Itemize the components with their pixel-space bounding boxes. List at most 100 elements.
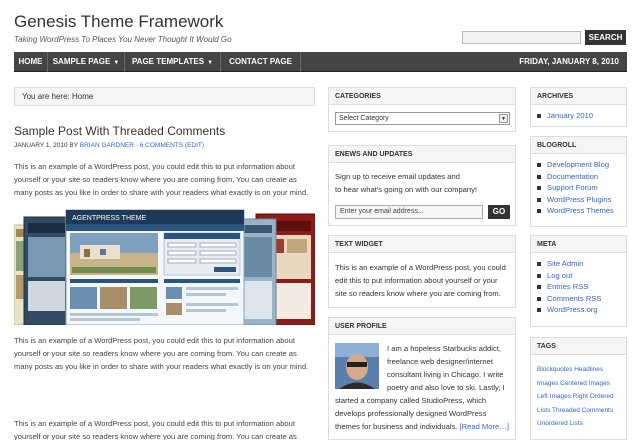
chevron-down-icon: ▼ (113, 60, 120, 66)
read-more-link[interactable]: [Read More…] (460, 422, 509, 431)
categories-title: CATEGORIES (329, 88, 515, 105)
archive-item[interactable]: January 2010 (537, 110, 593, 122)
tags-title: TAGS (531, 338, 626, 355)
archive-item-label: January 2010 (547, 111, 594, 120)
blogroll-item-label: Support Forum (547, 183, 598, 192)
post-date: JANUARY 1, 2010 BY (14, 142, 78, 149)
blogroll-item[interactable]: WordPress Themes (537, 205, 614, 217)
meta-item-label: WordPress.org (547, 305, 598, 314)
meta-item-label: Site Admin (547, 259, 584, 268)
tag-link[interactable]: Left Images Right Ordered (537, 390, 614, 404)
theme-screenshot: AGENTPRESS THEME (14, 209, 315, 325)
profile-last-line: themes for business and individuals. [Re… (335, 420, 509, 433)
site-tagline: Taking WordPress To Places You Never Tho… (14, 35, 232, 44)
nav-home[interactable]: HOME (14, 52, 48, 72)
category-select-value: Select Category (339, 115, 389, 122)
bullet-icon (537, 285, 541, 289)
bullet-icon (537, 296, 541, 301)
nav-date: FRIDAY, JANUARY 8, 2010 (519, 57, 619, 66)
meta-item[interactable]: WordPress.org (537, 304, 601, 316)
meta-item[interactable]: Comments RSS (537, 293, 601, 305)
bullet-icon (537, 273, 541, 278)
search-input[interactable] (462, 31, 581, 44)
blogroll-item[interactable]: Development Blog (537, 159, 614, 171)
nav-page-templates-label: PAGE TEMPLATES (131, 57, 205, 66)
bullet-icon (537, 308, 541, 312)
post-paragraph: This is an example of a WordPress post, … (14, 162, 309, 198)
tag-link[interactable]: Blockquotes Headlines (537, 363, 614, 377)
nav-contact-page-label: CONTACT PAGE (229, 57, 292, 66)
profile-line: themes for business and individuals. (335, 422, 458, 431)
blogroll-item-label: Development Blog (547, 160, 610, 169)
bullet-icon (537, 262, 541, 266)
tag-link[interactable]: Unordered Lists (537, 417, 614, 431)
post-comments-link[interactable]: 6 COMMENTS (140, 142, 183, 149)
tag-link[interactable]: Images Centered Images (537, 377, 614, 391)
meta-item-label: Log out (547, 270, 573, 280)
enews-text-2: to hear what's going on with our company… (335, 185, 478, 194)
archives-title: ARCHIVES (531, 88, 626, 105)
category-select[interactable]: Select Category ▼ (335, 112, 510, 125)
tags-widget: TAGS Blockquotes Headlines Images Center… (530, 337, 627, 440)
text-widget-line: edit this to put information about yours… (335, 276, 498, 285)
blogroll-item[interactable]: Documentation (537, 171, 614, 183)
blogroll-item-label: Documentation (547, 171, 599, 181)
user-profile-title: USER PROFILE (329, 318, 515, 335)
user-profile-widget: USER PROFILE I am a hopeless Starbucks a… (328, 317, 516, 440)
nav-sample-page-label: SAMPLE PAGE (52, 57, 111, 66)
search-button[interactable]: SEARCH (585, 30, 626, 45)
enews-text-1: Sign up to receive email updates and (335, 172, 460, 181)
profile-line: started a company called StudioPress, wh… (335, 396, 487, 405)
meta-item[interactable]: Site Admin (537, 258, 601, 270)
profile-line: freelance web designer/internet (387, 357, 493, 366)
text-widget: TEXT WIDGET This is an example of a Word… (328, 235, 516, 308)
post-meta: JANUARY 1, 2010 BY BRIAN GARDNER · 6 COM… (14, 142, 204, 149)
profile-line: I am a hopeless Starbucks addict, (387, 344, 501, 353)
blogroll-item[interactable]: WordPress Plugins (537, 194, 614, 206)
nav-contact-page[interactable]: CONTACT PAGE (221, 52, 301, 72)
page: Genesis Theme Framework Taking WordPress… (0, 0, 640, 440)
bullet-icon (537, 114, 541, 118)
bullet-icon (537, 197, 541, 202)
meta-item[interactable]: Log out (537, 270, 601, 282)
chevron-down-icon[interactable]: ▼ (499, 114, 508, 123)
blogroll-item-label: WordPress Plugins (547, 194, 612, 204)
site-title[interactable]: Genesis Theme Framework (14, 12, 223, 32)
nav-page-templates[interactable]: PAGE TEMPLATES ▼ (125, 52, 221, 72)
bullet-icon (537, 209, 541, 213)
avatar (335, 343, 379, 389)
main-nav: HOME SAMPLE PAGE ▼ PAGE TEMPLATES ▼ CONTAC… (14, 52, 627, 72)
bullet-icon (537, 174, 541, 179)
nav-sample-page[interactable]: SAMPLE PAGE ▼ (48, 52, 125, 72)
profile-line: poetry and also love to ski. Lastly, I (387, 383, 505, 392)
post-author-link[interactable]: BRIAN GARDNER (80, 142, 134, 149)
go-button[interactable]: GO (488, 205, 510, 219)
blogroll-list: Development Blog Documentation Support F… (537, 159, 614, 217)
tag-link[interactable]: Lists Threaded Comments (537, 404, 614, 418)
breadcrumb: You are here: Home (14, 87, 315, 106)
profile-line: develops professionally designed WordPre… (335, 409, 487, 418)
blogroll-title: BLOGROLL (531, 137, 626, 154)
meta-widget: META Site Admin Log out Entries RSS Comm… (530, 235, 627, 327)
categories-widget: CATEGORIES Select Category ▼ (328, 87, 516, 132)
meta-separator: · (135, 142, 138, 149)
meta-item[interactable]: Entries RSS (537, 281, 601, 293)
nav-home-label: HOME (18, 57, 43, 66)
archives-widget: ARCHIVES January 2010 (530, 87, 627, 127)
post-edit-link[interactable]: (EDIT) (185, 142, 204, 149)
blogroll-item-label: WordPress Themes (547, 206, 614, 215)
bullet-icon (537, 163, 541, 167)
meta-item-label: Comments RSS (547, 293, 602, 303)
text-widget-title: TEXT WIDGET (329, 236, 515, 253)
post-paragraph-3: This is an example of a WordPress post, … (14, 419, 297, 440)
tag-cloud: Blockquotes Headlines Images Centered Im… (537, 363, 614, 431)
enews-widget: ENEWS AND UPDATES Sign up to receive ema… (328, 145, 516, 226)
email-field[interactable]: Enter your email address... (335, 205, 483, 219)
blogroll-item[interactable]: Support Forum (537, 182, 614, 194)
blogroll-widget: BLOGROLL Development Blog Documentation … (530, 136, 627, 227)
archives-list: January 2010 (537, 110, 593, 122)
text-widget-line: site so readers know where you are comin… (335, 289, 501, 298)
meta-item-label: Entries RSS (547, 282, 589, 291)
post-title[interactable]: Sample Post With Threaded Comments (14, 124, 225, 138)
meta-title: META (531, 236, 626, 253)
